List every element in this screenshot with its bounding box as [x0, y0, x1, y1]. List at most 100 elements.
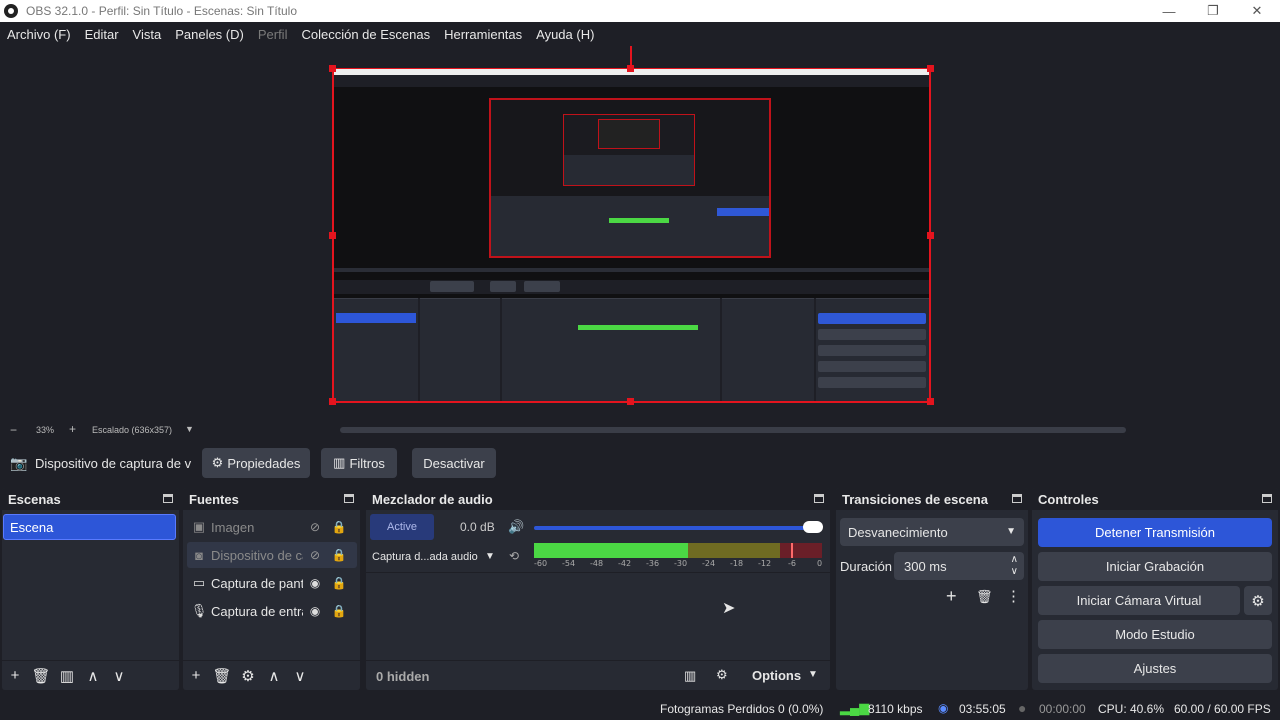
stream-time: 03:55:05 — [959, 702, 1006, 716]
zoom-dropdown-icon[interactable]: ▼ — [185, 424, 194, 434]
source-item-imagen[interactable]: ▣ Imagen ⊘ 🔒 — [187, 514, 357, 540]
source-toolbar: 📷 Dispositivo de captura de v — [0, 440, 1280, 486]
scene-item[interactable]: Escena — [3, 514, 176, 540]
chevron-down-icon[interactable]: ∨ — [287, 663, 313, 689]
spin-down-icon[interactable]: ∨ — [1011, 566, 1018, 577]
nested-record — [818, 329, 926, 340]
title-bar: OBS 32.1.0 - Perfil: Sin Título - Escena… — [0, 0, 1280, 22]
source-item-audio-input[interactable]: 🎙 Captura de entra ◉ 🔒 — [187, 598, 357, 624]
chevron-up-icon[interactable]: ∧ — [261, 663, 287, 689]
sources-title-label: Fuentes — [189, 491, 239, 507]
properties-button[interactable]: ⚙ Propiedades — [202, 448, 310, 478]
menu-archivo[interactable]: Archivo (F) — [0, 27, 78, 42]
lock-icon[interactable]: 🔒 — [327, 576, 351, 590]
sources-footer: + 🗑 ⚙ ∧ ∨ — [183, 660, 360, 690]
float-icon[interactable] — [344, 494, 354, 503]
deactivate-button[interactable]: Desactivar — [412, 448, 496, 478]
float-icon[interactable] — [163, 494, 173, 503]
eye-hidden-icon[interactable]: ⊘ — [303, 520, 327, 534]
recording-dot-icon: ● — [1018, 700, 1027, 716]
resize-handle[interactable] — [329, 65, 336, 72]
volume-slider-handle[interactable] — [803, 521, 823, 533]
resize-handle[interactable] — [627, 398, 634, 405]
chevron-down-icon[interactable]: ▼ — [808, 669, 818, 680]
start-virtualcam-button[interactable]: Iniciar Cámara Virtual — [1038, 586, 1240, 615]
chevron-down-icon[interactable]: ∨ — [106, 663, 132, 689]
resize-handle[interactable] — [927, 398, 934, 405]
lock-icon[interactable]: 🔒 — [327, 548, 351, 562]
menu-coleccion[interactable]: Colección de Escenas — [294, 27, 437, 42]
more-icon[interactable]: ⋮ — [1006, 587, 1021, 605]
close-icon[interactable]: ✕ — [1234, 0, 1280, 22]
audio-monitor-icon[interactable]: ⟲ — [509, 549, 519, 563]
image-icon: ▣ — [192, 519, 206, 534]
maximize-icon[interactable]: ❐ — [1190, 0, 1236, 22]
nested-preview — [489, 98, 771, 258]
source-item-camera[interactable]: ◙ Dispositivo de ca ⊘ 🔒 — [187, 542, 357, 568]
menu-perfil[interactable]: Perfil — [251, 27, 295, 42]
gear-icon[interactable]: ⚙ — [235, 663, 261, 689]
lock-icon[interactable]: 🔒 — [327, 520, 351, 534]
advanced-audio-icon[interactable]: ⚙ — [716, 667, 728, 683]
menu-vista[interactable]: Vista — [126, 27, 169, 42]
chevron-up-icon[interactable]: ∧ — [80, 663, 106, 689]
trash-icon[interactable]: 🗑 — [209, 663, 235, 689]
resize-handle[interactable] — [927, 232, 934, 239]
eye-hidden-icon[interactable]: ⊘ — [303, 548, 327, 562]
filter-icon[interactable]: ▥ — [54, 663, 80, 689]
duration-input[interactable]: 300 ms ∧ ∨ — [894, 552, 1024, 580]
resize-handle[interactable] — [329, 232, 336, 239]
resize-handle[interactable] — [329, 398, 336, 405]
trash-icon[interactable]: 🗑 — [976, 589, 993, 605]
nested-deactivate-btn — [524, 281, 560, 292]
source-item-screen[interactable]: ▭ Captura de pant ◉ 🔒 — [187, 570, 357, 596]
menu-ayuda[interactable]: Ayuda (H) — [529, 27, 601, 42]
mouse-cursor-icon: ➤ — [722, 600, 736, 617]
nested-controls — [816, 298, 929, 401]
settings-button[interactable]: Ajustes — [1038, 654, 1272, 683]
chevron-down-icon[interactable]: ▼ — [485, 551, 495, 562]
float-icon[interactable] — [1012, 494, 1022, 503]
layout-icon[interactable]: ▥ — [684, 668, 696, 684]
speaker-icon[interactable]: 🔊 — [508, 519, 524, 535]
trash-icon[interactable]: 🗑 — [28, 663, 54, 689]
resize-handle[interactable] — [927, 65, 934, 72]
eye-icon[interactable]: ◉ — [303, 576, 327, 590]
menu-herramientas[interactable]: Herramientas — [437, 27, 529, 42]
spin-up-icon[interactable]: ∧ — [1011, 554, 1018, 565]
resize-handle[interactable] — [627, 65, 634, 72]
options-button[interactable]: Options — [752, 668, 801, 683]
eye-icon[interactable]: ◉ — [303, 604, 327, 618]
preview-scrollbar[interactable] — [340, 427, 1126, 433]
add-icon[interactable]: + — [946, 586, 957, 607]
menu-editar[interactable]: Editar — [78, 27, 126, 42]
virtualcam-gear-icon[interactable]: ⚙ — [1244, 586, 1272, 615]
float-icon[interactable] — [814, 494, 824, 503]
zoom-bar: − 33% + Escalado (636x357) ▼ — [0, 422, 1280, 438]
meter-ticks: -60 -54 -48 -42 -36 -30 -24 -18 -12 -6 0 — [534, 559, 824, 569]
add-icon[interactable]: + — [2, 663, 28, 689]
add-icon[interactable]: + — [183, 663, 209, 689]
zoom-in-icon[interactable]: + — [69, 422, 76, 436]
zoom-out-icon[interactable]: − — [10, 423, 17, 437]
preview-area[interactable] — [0, 46, 1280, 422]
tick: -24 — [702, 559, 716, 568]
selected-source-name: Dispositivo de captura de v — [35, 456, 192, 471]
meter-peak — [791, 543, 793, 558]
audio-level-meter — [534, 543, 822, 558]
transition-select[interactable]: Desvanecimiento ▼ — [840, 518, 1024, 546]
nested-virtualcam — [818, 345, 926, 356]
start-recording-button[interactable]: Iniciar Grabación — [1038, 552, 1272, 581]
stop-stream-button[interactable]: Detener Transmisión — [1038, 518, 1272, 547]
controls-dock: Controles Detener Transmisión Iniciar Gr… — [1032, 488, 1278, 690]
preview-canvas[interactable] — [332, 68, 931, 403]
menu-paneles[interactable]: Paneles (D) — [168, 27, 251, 42]
lock-icon[interactable]: 🔒 — [327, 604, 351, 618]
bitrate: 8110 kbps — [868, 702, 923, 716]
float-icon[interactable] — [1262, 494, 1272, 503]
gear-icon: ⚙ — [211, 455, 224, 470]
studio-mode-button[interactable]: Modo Estudio — [1038, 620, 1272, 649]
volume-slider-track[interactable] — [534, 526, 818, 530]
filters-button[interactable]: ▥ Filtros — [321, 448, 397, 478]
minimize-icon[interactable]: — — [1146, 0, 1192, 22]
